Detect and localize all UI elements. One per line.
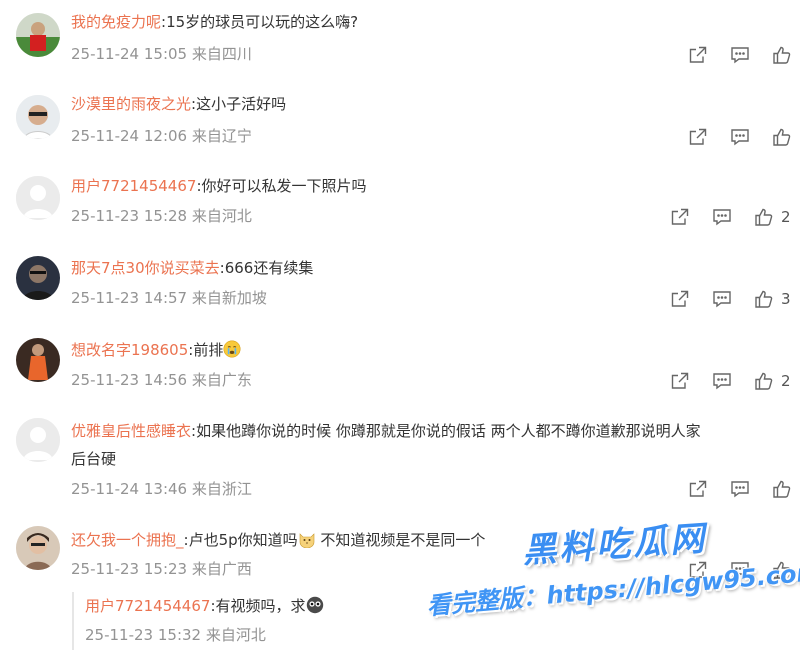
comment-icon[interactable]	[729, 478, 751, 500]
avatar[interactable]	[16, 176, 60, 220]
thumbs-up-icon[interactable]	[753, 206, 775, 228]
username-link[interactable]: 沙漠里的雨夜之光	[71, 95, 191, 113]
share-icon[interactable]	[669, 288, 691, 310]
like-count: 2	[781, 208, 791, 226]
comment-icon[interactable]	[711, 370, 733, 392]
timestamp: 25-11-23 14:56	[71, 371, 188, 389]
username-link[interactable]: 优雅皇后性感睡衣	[71, 422, 191, 440]
timestamp: 25-11-24 15:05	[71, 45, 188, 63]
comment-icon[interactable]	[711, 288, 733, 310]
thumbs-up-icon[interactable]	[771, 478, 793, 500]
username-link[interactable]: 我的免疫力呢	[71, 13, 161, 31]
comment-icon[interactable]	[729, 126, 751, 148]
sunglasses-emoji-icon	[306, 596, 324, 614]
comment-item: 还欠我一个拥抱_:卢也5p你知道吗 不知道视频是不是同一个 25-11-23 1…	[0, 514, 800, 592]
username-link[interactable]: 那天7点30你说买菜去	[71, 259, 220, 277]
avatar[interactable]	[16, 526, 60, 570]
thumbs-up-icon[interactable]	[753, 288, 775, 310]
comment-text: :这小子活好吗	[191, 95, 287, 113]
avatar[interactable]	[16, 95, 60, 139]
share-icon[interactable]	[687, 44, 709, 66]
location: 来自辽宁	[191, 127, 252, 145]
username-link[interactable]: 用户7721454467	[85, 597, 210, 615]
comment-text: :666还有续集	[219, 259, 314, 277]
username-link[interactable]: 还欠我一个拥抱_	[71, 531, 184, 549]
crying-emoji-icon	[223, 340, 241, 358]
thumbs-up-icon[interactable]	[771, 559, 793, 581]
reply-text: :有视频吗，求	[210, 597, 306, 615]
timestamp: 25-11-23 15:28	[71, 207, 188, 225]
location: 来自浙江	[191, 480, 252, 498]
comment-icon[interactable]	[729, 44, 751, 66]
share-icon[interactable]	[687, 478, 709, 500]
share-icon[interactable]	[669, 206, 691, 228]
avatar[interactable]	[16, 418, 60, 462]
timestamp: 25-11-24 12:06	[71, 127, 188, 145]
comment-item: 想改名字198605:前排 25-11-23 14:56 来自广东 2	[0, 328, 800, 410]
comment-icon[interactable]	[729, 559, 751, 581]
comment-text: :如果他蹲你说的时候 你蹲那就是你说的假话 两个人都不蹲你道歉那说明人家	[191, 422, 701, 440]
timestamp: 25-11-23 15:23	[71, 560, 188, 578]
comment-item: 用户7721454467:你好可以私发一下照片吗 25-11-23 15:28 …	[0, 164, 800, 246]
location: 来自河北	[205, 626, 266, 644]
avatar[interactable]	[16, 13, 60, 57]
cat-emoji-icon	[298, 530, 316, 548]
timestamp: 25-11-23 15:32	[85, 626, 202, 644]
thumbs-up-icon[interactable]	[753, 370, 775, 392]
thumbs-up-icon[interactable]	[771, 126, 793, 148]
username-link[interactable]: 想改名字198605	[71, 341, 188, 359]
like-count: 2	[781, 372, 791, 390]
comment-item: 沙漠里的雨夜之光:这小子活好吗 25-11-24 12:06 来自辽宁	[0, 82, 800, 164]
comment-item: 优雅皇后性感睡衣:如果他蹲你说的时候 你蹲那就是你说的假话 两个人都不蹲你道歉那…	[0, 410, 800, 514]
username-link[interactable]: 用户7721454467	[71, 177, 196, 195]
comment-text-tail: 不知道视频是不是同一个	[315, 531, 486, 549]
comment-text: :15岁的球员可以玩的这么嗨?	[161, 13, 359, 31]
comment-item: 那天7点30你说买菜去:666还有续集 25-11-23 14:57 来自新加坡…	[0, 246, 800, 328]
comment-text: :你好可以私发一下照片吗	[196, 177, 367, 195]
share-icon[interactable]	[687, 126, 709, 148]
avatar[interactable]	[16, 338, 60, 382]
comment-text-continued: 后台硬	[71, 450, 117, 468]
location: 来自广东	[191, 371, 252, 389]
location: 来自广西	[191, 560, 252, 578]
location: 来自四川	[191, 45, 252, 63]
reply-item: 用户7721454467:有视频吗，求 25-11-23 15:32 来自河北	[72, 592, 752, 650]
avatar[interactable]	[16, 256, 60, 300]
location: 来自河北	[191, 207, 252, 225]
like-count: 3	[781, 290, 791, 308]
location: 来自新加坡	[191, 289, 267, 307]
share-icon[interactable]	[687, 559, 709, 581]
timestamp: 25-11-24 13:46	[71, 480, 188, 498]
timestamp: 25-11-23 14:57	[71, 289, 188, 307]
comment-item: 我的免疫力呢:15岁的球员可以玩的这么嗨? 25-11-24 15:05 来自四…	[0, 0, 800, 82]
comment-icon[interactable]	[711, 206, 733, 228]
share-icon[interactable]	[669, 370, 691, 392]
comment-text: :前排	[188, 341, 224, 359]
comment-text: :卢也5p你知道吗	[183, 531, 298, 549]
thumbs-up-icon[interactable]	[771, 44, 793, 66]
